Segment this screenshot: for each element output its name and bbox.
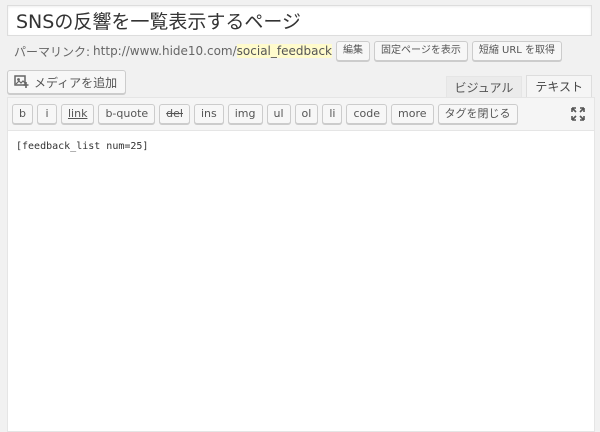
qt-bold-button[interactable]: b <box>12 104 33 124</box>
permalink-row: パーマリンク: http://www.hide10.com/ social_fe… <box>14 40 566 62</box>
qt-del-button[interactable]: del <box>159 104 190 124</box>
qt-ins-button[interactable]: ins <box>193 104 224 124</box>
add-media-button[interactable]: メディアを追加 <box>7 70 127 94</box>
media-icon <box>14 75 30 89</box>
editor-area: b i link b-quote del ins img ul ol li co… <box>7 97 595 432</box>
qt-img-button[interactable]: img <box>227 104 263 124</box>
view-page-button[interactable]: 固定ページを表示 <box>374 41 468 61</box>
qt-close-tags-button[interactable]: タグを閉じる <box>437 104 518 124</box>
qt-code-button[interactable]: code <box>346 104 387 124</box>
qt-blockquote-button[interactable]: b-quote <box>98 104 156 124</box>
quicktags-toolbar: b i link b-quote del ins img ul ol li co… <box>8 98 594 131</box>
qt-italic-button[interactable]: i <box>36 104 57 124</box>
qt-ol-button[interactable]: ol <box>294 104 319 124</box>
post-title-input[interactable] <box>8 6 591 35</box>
get-shortlink-button[interactable]: 短縮 URL を取得 <box>471 41 563 61</box>
editor-tabs: ビジュアル テキスト <box>442 75 592 98</box>
editor-content[interactable]: [feedback_list num=25] <box>8 131 594 162</box>
tab-text[interactable]: テキスト <box>526 75 592 98</box>
tab-visual[interactable]: ビジュアル <box>445 76 523 98</box>
expand-icon[interactable] <box>570 106 586 122</box>
qt-li-button[interactable]: li <box>322 104 343 124</box>
title-field-box <box>7 5 592 36</box>
permalink-base-url: http://www.hide10.com/ <box>93 44 237 58</box>
qt-more-button[interactable]: more <box>391 104 434 124</box>
qt-link-button[interactable]: link <box>60 104 95 124</box>
permalink-slug[interactable]: social_feedback <box>236 44 333 58</box>
qt-ul-button[interactable]: ul <box>266 104 291 124</box>
edit-permalink-button[interactable]: 編集 <box>336 41 371 61</box>
add-media-label: メディアを追加 <box>34 75 118 90</box>
permalink-label: パーマリンク: <box>14 44 91 59</box>
